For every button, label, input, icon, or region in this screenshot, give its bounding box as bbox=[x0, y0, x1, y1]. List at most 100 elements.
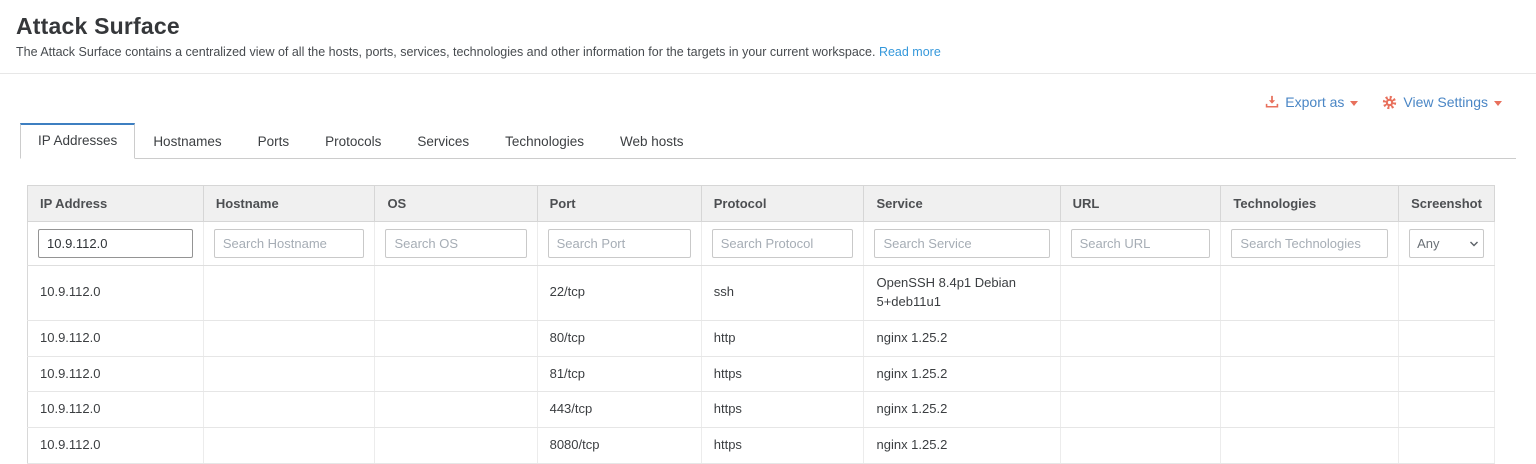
cell-ip-address: 10.9.112.0 bbox=[28, 428, 204, 464]
hostname-filter-input[interactable] bbox=[214, 229, 365, 258]
export-as-button[interactable]: Export as bbox=[1265, 94, 1358, 110]
cell-service: nginx 1.25.2 bbox=[864, 392, 1060, 428]
cell-port: 81/tcp bbox=[537, 356, 701, 392]
tab-ip-addresses[interactable]: IP Addresses bbox=[20, 123, 135, 159]
cell-url bbox=[1060, 320, 1221, 356]
tab-protocols[interactable]: Protocols bbox=[307, 124, 399, 159]
column-header-ip-address[interactable]: IP Address bbox=[28, 186, 204, 222]
download-icon bbox=[1265, 95, 1279, 109]
service-filter-input[interactable] bbox=[874, 229, 1049, 258]
cell-hostname bbox=[203, 320, 375, 356]
protocol-filter-input[interactable] bbox=[712, 229, 854, 258]
page-subtitle: The Attack Surface contains a centralize… bbox=[16, 45, 1520, 59]
cell-technologies bbox=[1221, 428, 1399, 464]
port-filter-input[interactable] bbox=[548, 229, 691, 258]
toolbar: Export as View Settings bbox=[0, 74, 1536, 110]
cell-service: nginx 1.25.2 bbox=[864, 320, 1060, 356]
cell-os bbox=[375, 356, 537, 392]
table-row: 10.9.112.0 443/tcphttpsnginx 1.25.2 bbox=[28, 392, 1495, 428]
filter-cell-port bbox=[537, 222, 701, 266]
column-header-protocol[interactable]: Protocol bbox=[701, 186, 864, 222]
cell-screenshot bbox=[1399, 266, 1495, 321]
cell-port: 443/tcp bbox=[537, 392, 701, 428]
cell-os bbox=[375, 392, 537, 428]
page-header: Attack Surface The Attack Surface contai… bbox=[0, 0, 1536, 59]
gear-icon bbox=[1382, 95, 1397, 110]
page-title: Attack Surface bbox=[16, 13, 1520, 40]
cell-protocol: ssh bbox=[701, 266, 864, 321]
column-header-technologies[interactable]: Technologies bbox=[1221, 186, 1399, 222]
cell-port: 22/tcp bbox=[537, 266, 701, 321]
attack-surface-table: IP AddressHostnameOSPortProtocolServiceU… bbox=[27, 185, 1495, 464]
filter-cell-ip-address bbox=[28, 222, 204, 266]
column-header-url[interactable]: URL bbox=[1060, 186, 1221, 222]
filter-cell-url bbox=[1060, 222, 1221, 266]
tab-services[interactable]: Services bbox=[399, 124, 487, 159]
view-settings-label: View Settings bbox=[1403, 94, 1488, 110]
cell-protocol: https bbox=[701, 356, 864, 392]
tab-hostnames[interactable]: Hostnames bbox=[135, 124, 239, 159]
cell-protocol: http bbox=[701, 320, 864, 356]
table-row: 10.9.112.0 80/tcphttpnginx 1.25.2 bbox=[28, 320, 1495, 356]
cell-technologies bbox=[1221, 266, 1399, 321]
view-settings-button[interactable]: View Settings bbox=[1382, 94, 1502, 110]
cell-port: 8080/tcp bbox=[537, 428, 701, 464]
tab-web-hosts[interactable]: Web hosts bbox=[602, 124, 702, 159]
column-header-hostname[interactable]: Hostname bbox=[203, 186, 375, 222]
chevron-down-icon bbox=[1494, 101, 1502, 106]
cell-screenshot bbox=[1399, 428, 1495, 464]
technologies-filter-input[interactable] bbox=[1231, 229, 1388, 258]
cell-os bbox=[375, 320, 537, 356]
cell-protocol: https bbox=[701, 428, 864, 464]
screenshot-filter-select[interactable]: Any bbox=[1409, 229, 1484, 258]
cell-protocol: https bbox=[701, 392, 864, 428]
cell-screenshot bbox=[1399, 356, 1495, 392]
cell-hostname bbox=[203, 428, 375, 464]
column-header-service[interactable]: Service bbox=[864, 186, 1060, 222]
cell-ip-address: 10.9.112.0 bbox=[28, 356, 204, 392]
cell-hostname bbox=[203, 392, 375, 428]
cell-url bbox=[1060, 266, 1221, 321]
filter-cell-service bbox=[864, 222, 1060, 266]
filter-cell-technologies bbox=[1221, 222, 1399, 266]
filter-cell-screenshot: Any bbox=[1399, 222, 1495, 266]
table-header-row: IP AddressHostnameOSPortProtocolServiceU… bbox=[28, 186, 1495, 222]
cell-url bbox=[1060, 428, 1221, 464]
cell-technologies bbox=[1221, 392, 1399, 428]
table-body: 10.9.112.0 22/tcpsshOpenSSH 8.4p1 Debian … bbox=[28, 266, 1495, 464]
cell-technologies bbox=[1221, 320, 1399, 356]
export-as-label: Export as bbox=[1285, 94, 1344, 110]
tab-technologies[interactable]: Technologies bbox=[487, 124, 602, 159]
tab-ports[interactable]: Ports bbox=[240, 124, 308, 159]
cell-url bbox=[1060, 392, 1221, 428]
tab-bar: IP AddressesHostnamesPortsProtocolsServi… bbox=[20, 123, 1516, 159]
filter-cell-hostname bbox=[203, 222, 375, 266]
cell-port: 80/tcp bbox=[537, 320, 701, 356]
table-filter-row: Any bbox=[28, 222, 1495, 266]
column-header-os[interactable]: OS bbox=[375, 186, 537, 222]
table-row: 10.9.112.0 8080/tcphttpsnginx 1.25.2 bbox=[28, 428, 1495, 464]
cell-ip-address: 10.9.112.0 bbox=[28, 320, 204, 356]
column-header-screenshot[interactable]: Screenshot bbox=[1399, 186, 1495, 222]
filter-cell-protocol bbox=[701, 222, 864, 266]
chevron-down-icon bbox=[1350, 101, 1358, 106]
ip-address-filter-input[interactable] bbox=[38, 229, 193, 258]
screenshot-filter-select-wrap: Any bbox=[1409, 236, 1484, 251]
cell-service: nginx 1.25.2 bbox=[864, 428, 1060, 464]
read-more-link[interactable]: Read more bbox=[879, 45, 941, 59]
cell-ip-address: 10.9.112.0 bbox=[28, 266, 204, 321]
table-row: 10.9.112.0 81/tcphttpsnginx 1.25.2 bbox=[28, 356, 1495, 392]
table-row: 10.9.112.0 22/tcpsshOpenSSH 8.4p1 Debian … bbox=[28, 266, 1495, 321]
cell-service: OpenSSH 8.4p1 Debian 5+deb11u1 bbox=[864, 266, 1060, 321]
cell-os bbox=[375, 266, 537, 321]
filter-cell-os bbox=[375, 222, 537, 266]
cell-service: nginx 1.25.2 bbox=[864, 356, 1060, 392]
cell-ip-address: 10.9.112.0 bbox=[28, 392, 204, 428]
cell-technologies bbox=[1221, 356, 1399, 392]
attack-surface-table-wrap: IP AddressHostnameOSPortProtocolServiceU… bbox=[27, 185, 1495, 464]
url-filter-input[interactable] bbox=[1071, 229, 1211, 258]
column-header-port[interactable]: Port bbox=[537, 186, 701, 222]
os-filter-input[interactable] bbox=[385, 229, 526, 258]
cell-screenshot bbox=[1399, 392, 1495, 428]
cell-screenshot bbox=[1399, 320, 1495, 356]
